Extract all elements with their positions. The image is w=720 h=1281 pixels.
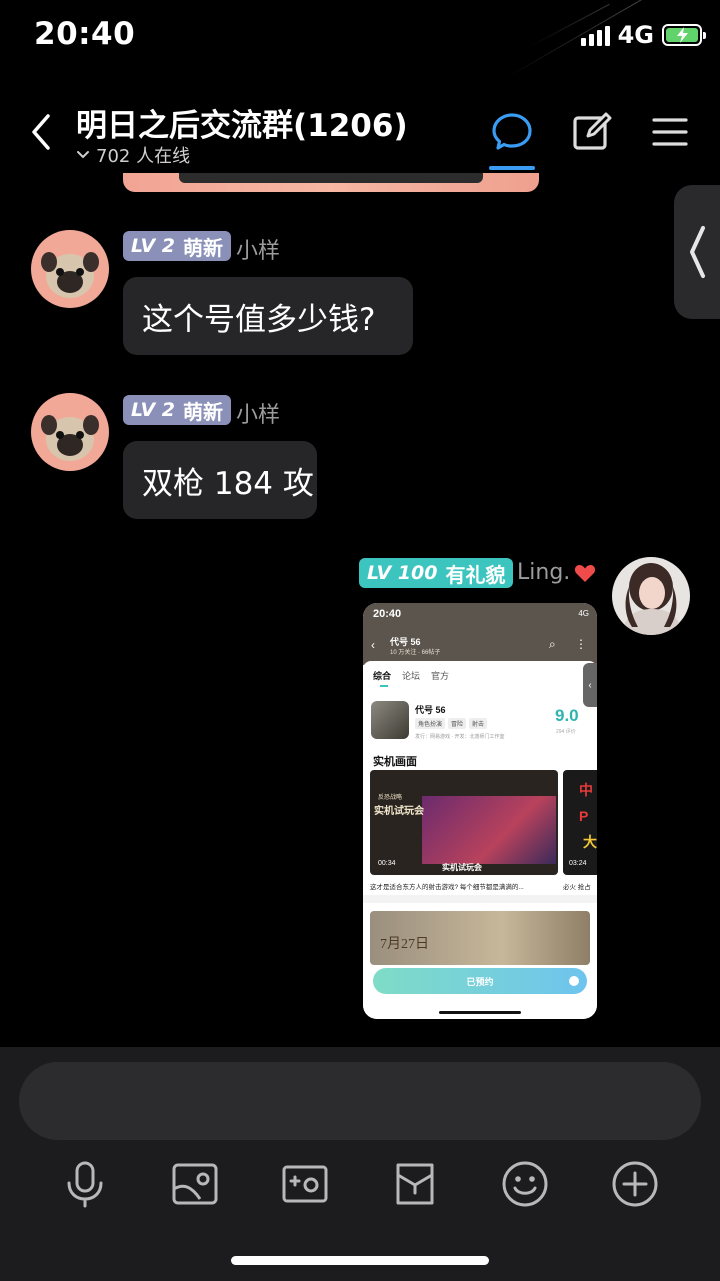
shot-banner-date: 7月27日: [380, 937, 429, 952]
shot-tab: 综合: [373, 671, 392, 681]
shot-search-icon: ⌕: [549, 637, 556, 651]
shot-subtitle: 10 万关注 · 66帖子: [390, 650, 441, 656]
shot-tab: 论坛: [402, 671, 421, 681]
shot-network: 4G: [578, 609, 589, 618]
shot-video-caption: 实机试玩会: [442, 863, 482, 872]
shot-banner: 7月27日: [370, 911, 590, 965]
home-indicator[interactable]: [231, 1256, 489, 1265]
microphone-icon[interactable]: [60, 1159, 110, 1209]
badge-level: LV 100: [367, 562, 438, 584]
emoji-icon[interactable]: [500, 1159, 550, 1209]
sender-nickname-row[interactable]: Ling.: [517, 560, 596, 585]
shot-video-2: 中 P 大 03:24: [563, 770, 597, 875]
shot-game-name: 代号 56: [415, 705, 446, 715]
badge-level: LV 2: [131, 399, 176, 421]
badge-title: 有礼貌: [445, 562, 506, 587]
badge-title: 萌新: [183, 235, 224, 260]
sender-nickname: Ling.: [517, 560, 571, 585]
shot-home-indicator: [439, 1011, 521, 1014]
camera-icon[interactable]: [280, 1159, 330, 1209]
online-label: 702 人在线: [96, 146, 191, 167]
shot-video-frame: [422, 796, 556, 864]
message-bubble[interactable]: 双枪 184 攻: [123, 441, 317, 519]
gift-card-icon[interactable]: [390, 1159, 440, 1209]
shot-tab-indicator: [380, 685, 388, 687]
previous-image-thumbnail[interactable]: [123, 173, 539, 192]
shot-score: 9.0: [555, 706, 579, 725]
message-input[interactable]: [19, 1062, 701, 1140]
active-tab-indicator: [489, 166, 535, 170]
shot-tag: 角色扮演: [415, 718, 446, 729]
shot-tab: 官方: [431, 671, 450, 681]
input-area: [0, 1047, 720, 1281]
shot-video-duration: 03:24: [569, 860, 587, 867]
sender-nickname[interactable]: 小样: [236, 233, 280, 265]
shot-section-title: 实机画面: [373, 756, 417, 768]
shot-tags: 角色扮演 冒险 射击: [415, 718, 488, 729]
user-level-badge: LV 2 萌新: [123, 395, 232, 425]
shot-side-handle: ‹: [583, 663, 597, 707]
network-label: 4G: [617, 21, 654, 49]
menu-icon[interactable]: [648, 110, 692, 154]
shot-video-1: 反恐战略 实机试玩会 00:34 实机试玩会: [370, 770, 558, 875]
shot-video-desc: 必火 抢占: [563, 884, 591, 891]
user-level-badge: LV 100 有礼貌: [359, 558, 514, 588]
edit-icon[interactable]: [570, 110, 614, 154]
badge-level: LV 2: [131, 235, 176, 257]
shot-tag: 射击: [469, 718, 488, 729]
shot-tabs: 综合 论坛 官方: [373, 669, 449, 682]
shot-publisher: 发行：网易游戏 · 开发：北落师门工作室: [415, 734, 505, 740]
pug-avatar-image: [31, 393, 109, 471]
shot-video-duration: 00:34: [378, 860, 396, 867]
image-message[interactable]: 20:40 4G ‹ 代号 56 10 万关注 · 66帖子 ⌕ ⋮ 综合 论坛…: [363, 603, 597, 1019]
shot-reserve-button: 已预约: [373, 968, 587, 994]
sender-nickname[interactable]: 小样: [236, 397, 280, 429]
message-bubble[interactable]: 这个号值多少钱?: [123, 277, 413, 355]
shot-video2-char: 中: [579, 782, 593, 798]
shot-tag: 冒险: [448, 718, 467, 729]
group-title[interactable]: 明日之后交流群(1206): [76, 100, 408, 145]
girl-avatar-image: [612, 557, 690, 635]
input-toolbar: [0, 1159, 720, 1209]
shot-back-icon: ‹: [371, 638, 375, 652]
shot-video2-char: 大: [583, 834, 597, 850]
shot-video2-char: P: [579, 808, 589, 824]
shot-divider: [363, 895, 597, 903]
avatar[interactable]: [612, 557, 690, 635]
check-icon: [569, 976, 579, 986]
badge-title: 萌新: [183, 399, 224, 424]
chat-header: 明日之后交流群(1206) 702 人在线: [0, 90, 720, 180]
image-icon[interactable]: [170, 1159, 220, 1209]
status-bar: 20:40 4G: [0, 0, 720, 70]
side-panel-handle[interactable]: [674, 185, 720, 319]
avatar[interactable]: [31, 230, 109, 308]
pug-avatar-image: [31, 230, 109, 308]
shot-more-icon: ⋮: [575, 637, 587, 651]
shot-video-small-text: 反恐战略: [378, 795, 403, 801]
shot-score-count: 294 评价: [556, 729, 576, 735]
chat-bubble-icon[interactable]: [490, 110, 534, 154]
shot-video-desc: 这才是适合东方人的射击游戏? 每个细节都是满满的...: [370, 884, 524, 891]
heart-icon: [575, 564, 596, 582]
shot-reserve-label: 已预约: [466, 976, 494, 987]
shot-video-title: 实机试玩会: [374, 806, 424, 817]
status-time: 20:40: [34, 16, 136, 52]
back-icon[interactable]: [26, 110, 56, 154]
avatar[interactable]: [31, 393, 109, 471]
shot-game-icon: [371, 701, 409, 739]
plus-circle-icon[interactable]: [610, 1159, 660, 1209]
battery-icon: [662, 24, 706, 46]
signal-icon: [580, 24, 610, 46]
chevron-down-icon: [77, 151, 89, 159]
user-level-badge: LV 2 萌新: [123, 231, 232, 261]
chevron-left-icon: [690, 226, 705, 278]
shot-time: 20:40: [373, 608, 402, 620]
online-count[interactable]: 702 人在线: [76, 142, 190, 168]
